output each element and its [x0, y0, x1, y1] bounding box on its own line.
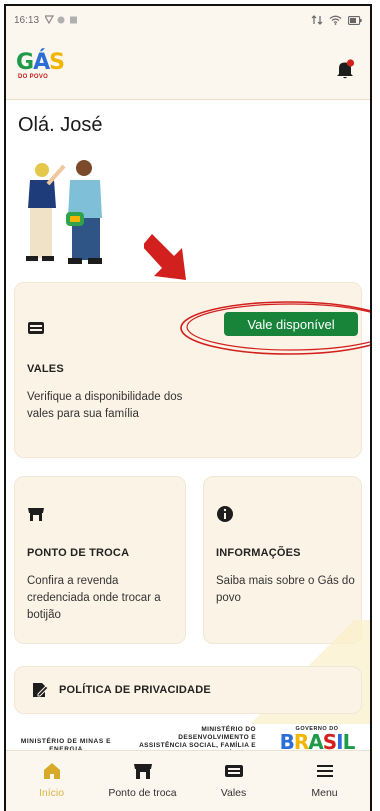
nav-label-inicio: Início	[38, 787, 65, 799]
store-icon	[28, 508, 44, 521]
home-content[interactable]: Olá. José Vale disponível VALES Verifiqu…	[6, 100, 370, 760]
home-icon	[43, 763, 60, 779]
ponto-de-troca-description: Confira a revenda credenciada onde troca…	[27, 575, 161, 621]
vales-description: Verifique a disponibilidade dos vales pa…	[27, 391, 183, 420]
nav-item-inicio[interactable]: Início	[6, 751, 97, 811]
menu-icon	[316, 765, 333, 777]
red-annotation-circle	[180, 301, 370, 355]
politica-privacidade-title: POLÍTICA DE PRIVACIDADE	[59, 684, 211, 696]
status-time: 16:13	[14, 14, 40, 26]
brasil-word: BRASIL	[279, 730, 356, 754]
nav-label-ponto-de-troca: Ponto de troca	[108, 787, 177, 799]
status-icons	[311, 15, 362, 25]
ticket-icon	[28, 322, 44, 334]
greeting: Olá. José	[18, 114, 103, 136]
document-edit-icon	[33, 683, 49, 697]
logo-word: GÁS	[16, 50, 65, 75]
wifi-icon	[329, 15, 342, 25]
data-transfer-icon	[311, 15, 323, 25]
politica-privacidade-card[interactable]: POLÍTICA DE PRIVACIDADE	[14, 666, 362, 714]
app-header: GÁS DO POVO	[6, 34, 370, 100]
nav-item-vales[interactable]: Vales	[188, 751, 279, 811]
ponto-de-troca-title: PONTO DE TROCA	[27, 547, 130, 559]
nav-item-menu[interactable]: Menu	[279, 751, 370, 811]
informacoes-card[interactable]: INFORMAÇÕES Saiba mais sobre o Gás do po…	[203, 476, 362, 644]
family-illustration	[26, 160, 102, 264]
vales-card[interactable]: Vale disponível VALES Verifique a dispon…	[14, 282, 370, 458]
gas-do-povo-logo[interactable]: GÁS DO POVO	[16, 50, 65, 88]
signal-notification-icon	[45, 15, 78, 25]
nav-label-menu: Menu	[311, 787, 338, 799]
nav-item-ponto-de-troca[interactable]: Ponto de troca	[97, 751, 188, 811]
vales-title: VALES	[27, 363, 64, 375]
informacoes-title: INFORMAÇÕES	[216, 547, 301, 559]
nav-label-vales: Vales	[220, 787, 247, 799]
store-icon	[133, 764, 152, 779]
ticket-icon	[224, 765, 243, 777]
status-bar: 16:13	[6, 6, 370, 34]
red-annotation-arrow	[144, 234, 186, 280]
battery-icon	[348, 15, 362, 25]
notification-bell-icon[interactable]	[334, 58, 356, 80]
logo-tagline: DO POVO	[18, 74, 49, 80]
ponto-de-troca-card[interactable]: PONTO DE TROCA Confira a revenda credenc…	[14, 476, 186, 644]
informacoes-description: Saiba mais sobre o Gás do povo	[216, 575, 355, 604]
info-icon	[217, 506, 233, 522]
app-frame: 16:13 GÁS DO POVO Olá. José Vale disponí…	[4, 4, 372, 811]
bottom-navigation: Início Ponto de troca Vales Menu	[6, 750, 370, 811]
